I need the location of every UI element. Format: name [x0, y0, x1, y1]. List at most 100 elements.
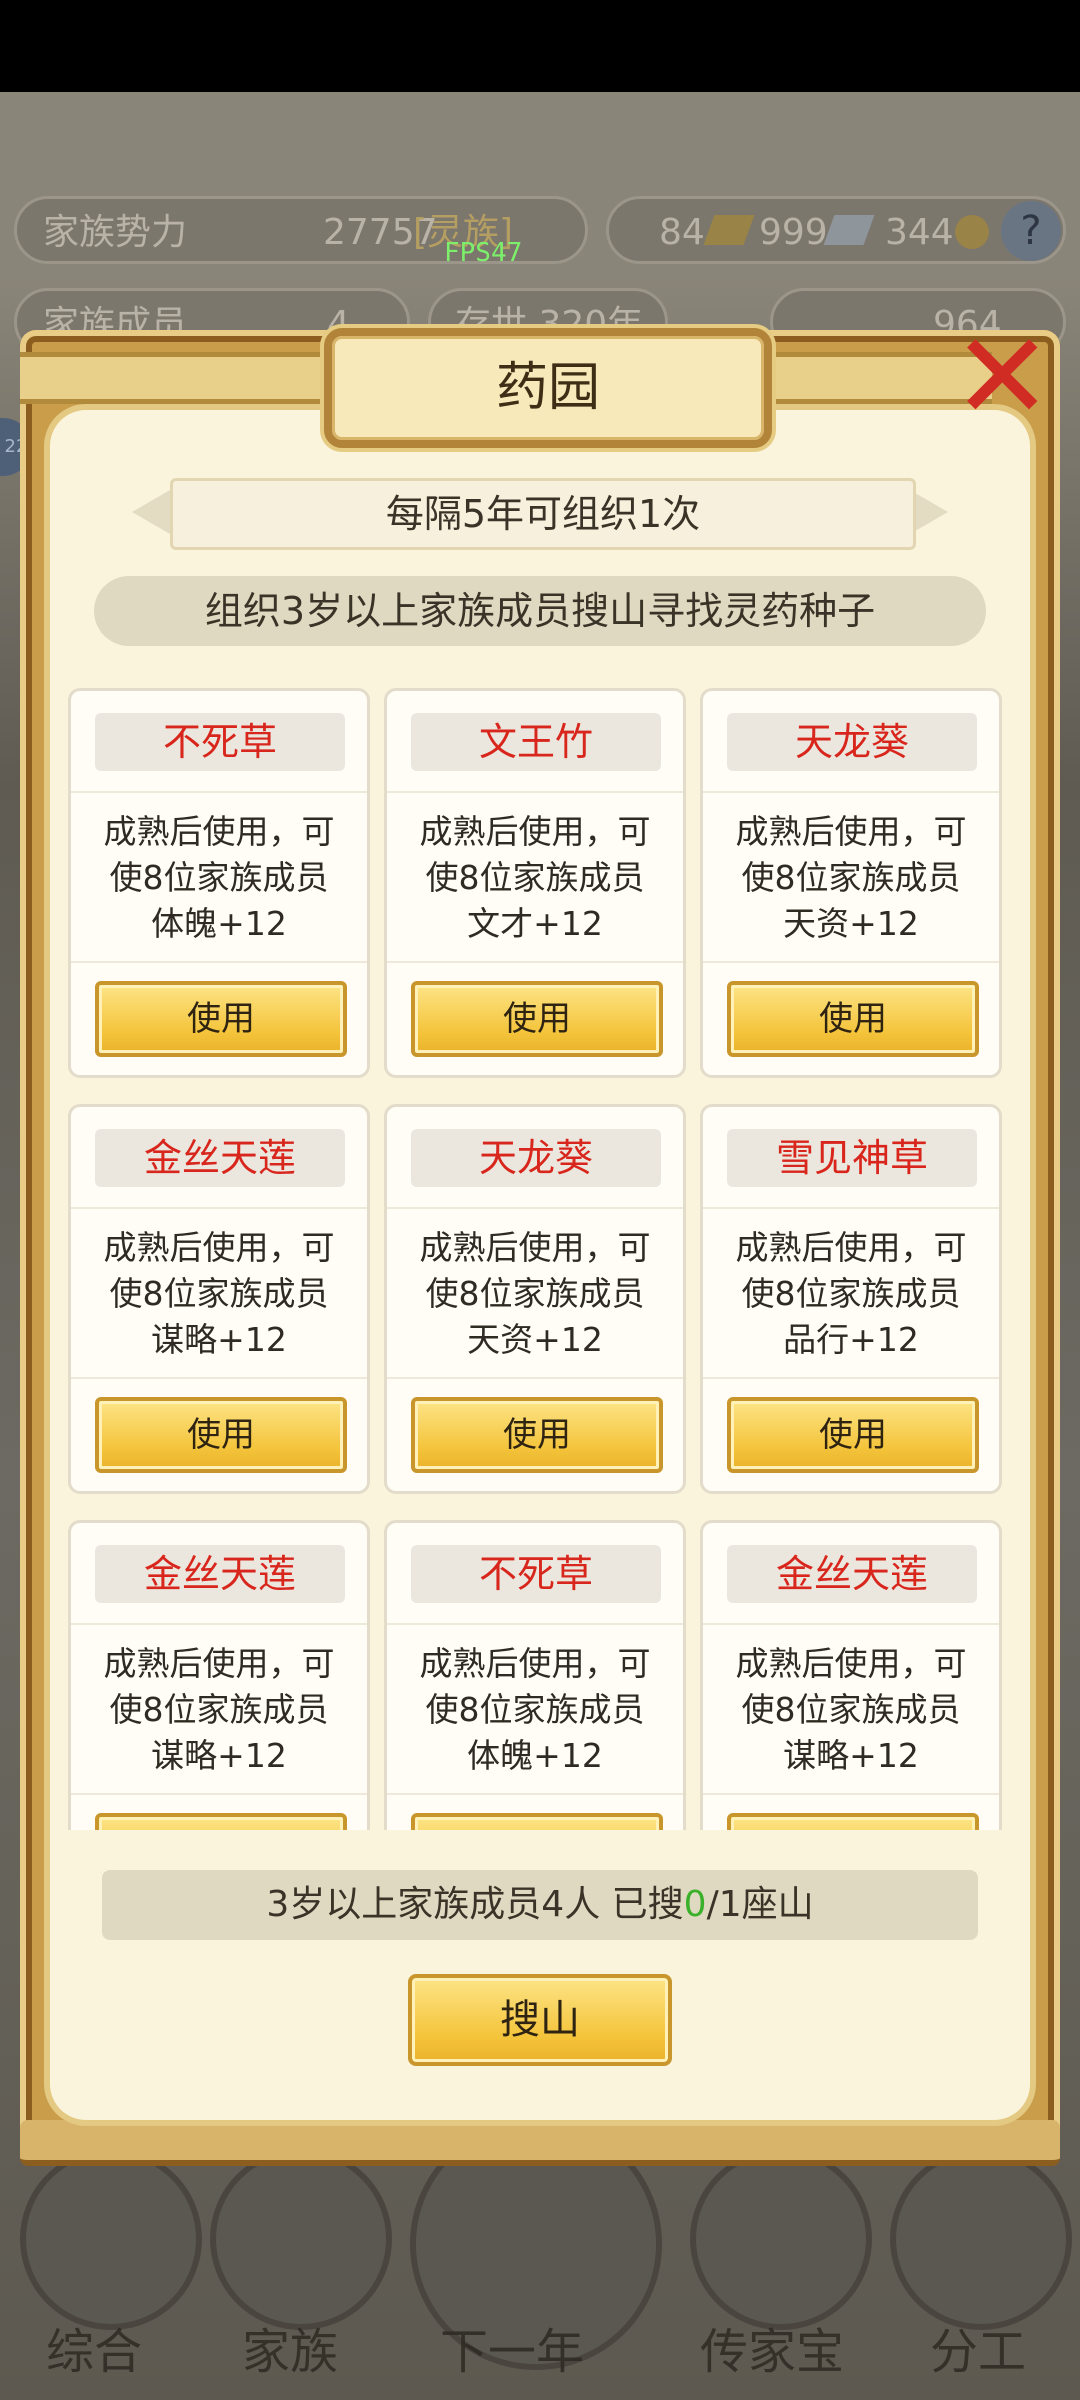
- nav-heirloom-icon: [690, 2148, 872, 2330]
- herb-description: 成熟后使用，可 使8位家族成员 天资+12: [711, 809, 991, 947]
- currency-3: 344: [885, 212, 954, 253]
- dialog-bottom-trim: [20, 2120, 1060, 2166]
- divider: [703, 1793, 999, 1795]
- divider: [703, 1623, 999, 1625]
- herb-description: 成熟后使用，可 使8位家族成员 体魄+12: [79, 809, 359, 947]
- title-bar-left: [20, 352, 328, 404]
- divider: [71, 1377, 367, 1379]
- search-mountain-button[interactable]: 搜山: [408, 1974, 672, 2066]
- nav-heirloom[interactable]: 传家宝: [700, 2312, 844, 2382]
- desc-line: 谋略+12: [783, 1736, 919, 1775]
- interval-banner: 每隔5年可组织1次: [170, 478, 916, 550]
- desc-line: 成熟后使用，可: [103, 1228, 335, 1267]
- searched-count: 0: [683, 1884, 707, 1925]
- status-prefix: 3岁以上家族成员4人 已搜: [266, 1884, 684, 1925]
- desc-line: 成熟后使用，可: [419, 812, 651, 851]
- use-button[interactable]: 使用: [411, 1397, 663, 1473]
- desc-line: 成熟后使用，可: [419, 1228, 651, 1267]
- family-power-label: 家族势力: [43, 212, 188, 253]
- herb-name: 文王竹: [411, 713, 661, 771]
- herb-name: 不死草: [95, 713, 345, 771]
- use-button[interactable]: 使用: [727, 1397, 979, 1473]
- desc-line: 使8位家族成员: [425, 1274, 645, 1313]
- herb-card: 天龙葵 成熟后使用，可 使8位家族成员 天资+12 使用: [700, 688, 1002, 1078]
- nav-division[interactable]: 分工: [930, 2312, 1026, 2382]
- herb-card: 不死草 成熟后使用，可 使8位家族成员 体魄+12 使用: [68, 688, 370, 1078]
- desc-line: 体魄+12: [467, 1736, 603, 1775]
- divider: [703, 961, 999, 963]
- use-button[interactable]: 使用: [95, 1813, 347, 1830]
- nav-overview-icon: [20, 2148, 202, 2330]
- currency-1: 84: [659, 212, 705, 253]
- desc-line: 天资+12: [783, 904, 919, 943]
- coin-icon: [955, 215, 989, 249]
- use-button[interactable]: 使用: [95, 1397, 347, 1473]
- desc-line: 成熟后使用，可: [735, 1644, 967, 1683]
- nav-family-icon: [210, 2148, 392, 2330]
- desc-line: 使8位家族成员: [425, 1690, 645, 1729]
- desc-line: 品行+12: [783, 1320, 919, 1359]
- desc-line: 天资+12: [467, 1320, 603, 1359]
- desc-line: 成熟后使用，可: [735, 812, 967, 851]
- desc-line: 成熟后使用，可: [419, 1644, 651, 1683]
- desc-line: 使8位家族成员: [425, 858, 645, 897]
- herb-name: 金丝天莲: [95, 1129, 345, 1187]
- desc-line: 谋略+12: [151, 1736, 287, 1775]
- herb-card: 文王竹 成熟后使用，可 使8位家族成员 文才+12 使用: [384, 688, 686, 1078]
- desc-line: 使8位家族成员: [109, 1274, 329, 1313]
- herb-card: 金丝天莲 成熟后使用，可 使8位家族成员 谋略+12 使用: [700, 1520, 1002, 1830]
- herb-description: 成熟后使用，可 使8位家族成员 谋略+12: [79, 1641, 359, 1779]
- nav-family[interactable]: 家族: [242, 2312, 338, 2382]
- desc-line: 使8位家族成员: [741, 858, 961, 897]
- nav-overview[interactable]: 综合: [46, 2312, 142, 2382]
- use-button[interactable]: 使用: [411, 981, 663, 1057]
- nav-next-year[interactable]: 下一年: [440, 2312, 584, 2382]
- desc-line: 文才+12: [467, 904, 603, 943]
- divider: [387, 1207, 683, 1209]
- currency-2: 999: [759, 212, 828, 253]
- divider: [387, 961, 683, 963]
- use-button[interactable]: 使用: [727, 1813, 979, 1830]
- use-button[interactable]: 使用: [411, 1813, 663, 1830]
- garden-description: 组织3岁以上家族成员搜山寻找灵药种子: [94, 576, 986, 646]
- herb-card: 金丝天莲 成熟后使用，可 使8位家族成员 谋略+12 使用: [68, 1104, 370, 1494]
- herb-description: 成熟后使用，可 使8位家族成员 体魄+12: [395, 1641, 675, 1779]
- herb-name: 金丝天莲: [727, 1545, 977, 1603]
- use-button[interactable]: 使用: [95, 981, 347, 1057]
- desc-line: 使8位家族成员: [109, 858, 329, 897]
- herb-card: 金丝天莲 成熟后使用，可 使8位家族成员 谋略+12 使用: [68, 1520, 370, 1830]
- currency-row: 84 999 344 ?: [606, 196, 1066, 264]
- divider: [387, 1793, 683, 1795]
- desc-line: 体魄+12: [151, 904, 287, 943]
- desc-line: 成熟后使用，可: [103, 812, 335, 851]
- silver-bar-icon: [823, 215, 875, 245]
- search-status: 3岁以上家族成员4人 已搜0/1座山: [102, 1870, 978, 1940]
- fps-counter: FPS47: [444, 238, 523, 268]
- use-button[interactable]: 使用: [727, 981, 979, 1057]
- herb-description: 成熟后使用，可 使8位家族成员 天资+12: [395, 1225, 675, 1363]
- close-icon[interactable]: ✕: [952, 318, 1053, 438]
- status-suffix: /1座山: [706, 1884, 814, 1925]
- desc-line: 使8位家族成员: [741, 1274, 961, 1313]
- herb-name: 不死草: [411, 1545, 661, 1603]
- divider: [387, 791, 683, 793]
- divider: [71, 1793, 367, 1795]
- help-icon[interactable]: ?: [1001, 201, 1061, 261]
- herb-name: 天龙葵: [411, 1129, 661, 1187]
- dialog-title: 药园: [324, 328, 772, 448]
- divider: [387, 1377, 683, 1379]
- herb-description: 成熟后使用，可 使8位家族成员 谋略+12: [79, 1225, 359, 1363]
- desc-line: 谋略+12: [151, 1320, 287, 1359]
- desc-line: 成熟后使用，可: [735, 1228, 967, 1267]
- herb-grid[interactable]: 不死草 成熟后使用，可 使8位家族成员 体魄+12 使用 文王竹 成熟后使用，可…: [68, 688, 1012, 1830]
- herb-card: 天龙葵 成熟后使用，可 使8位家族成员 天资+12 使用: [384, 1104, 686, 1494]
- divider: [71, 1207, 367, 1209]
- divider: [703, 791, 999, 793]
- divider: [703, 1377, 999, 1379]
- status-bar: [0, 0, 1080, 92]
- desc-line: 使8位家族成员: [109, 1690, 329, 1729]
- divider: [71, 1623, 367, 1625]
- herb-name: 天龙葵: [727, 713, 977, 771]
- herb-name: 金丝天莲: [95, 1545, 345, 1603]
- herb-description: 成熟后使用，可 使8位家族成员 品行+12: [711, 1225, 991, 1363]
